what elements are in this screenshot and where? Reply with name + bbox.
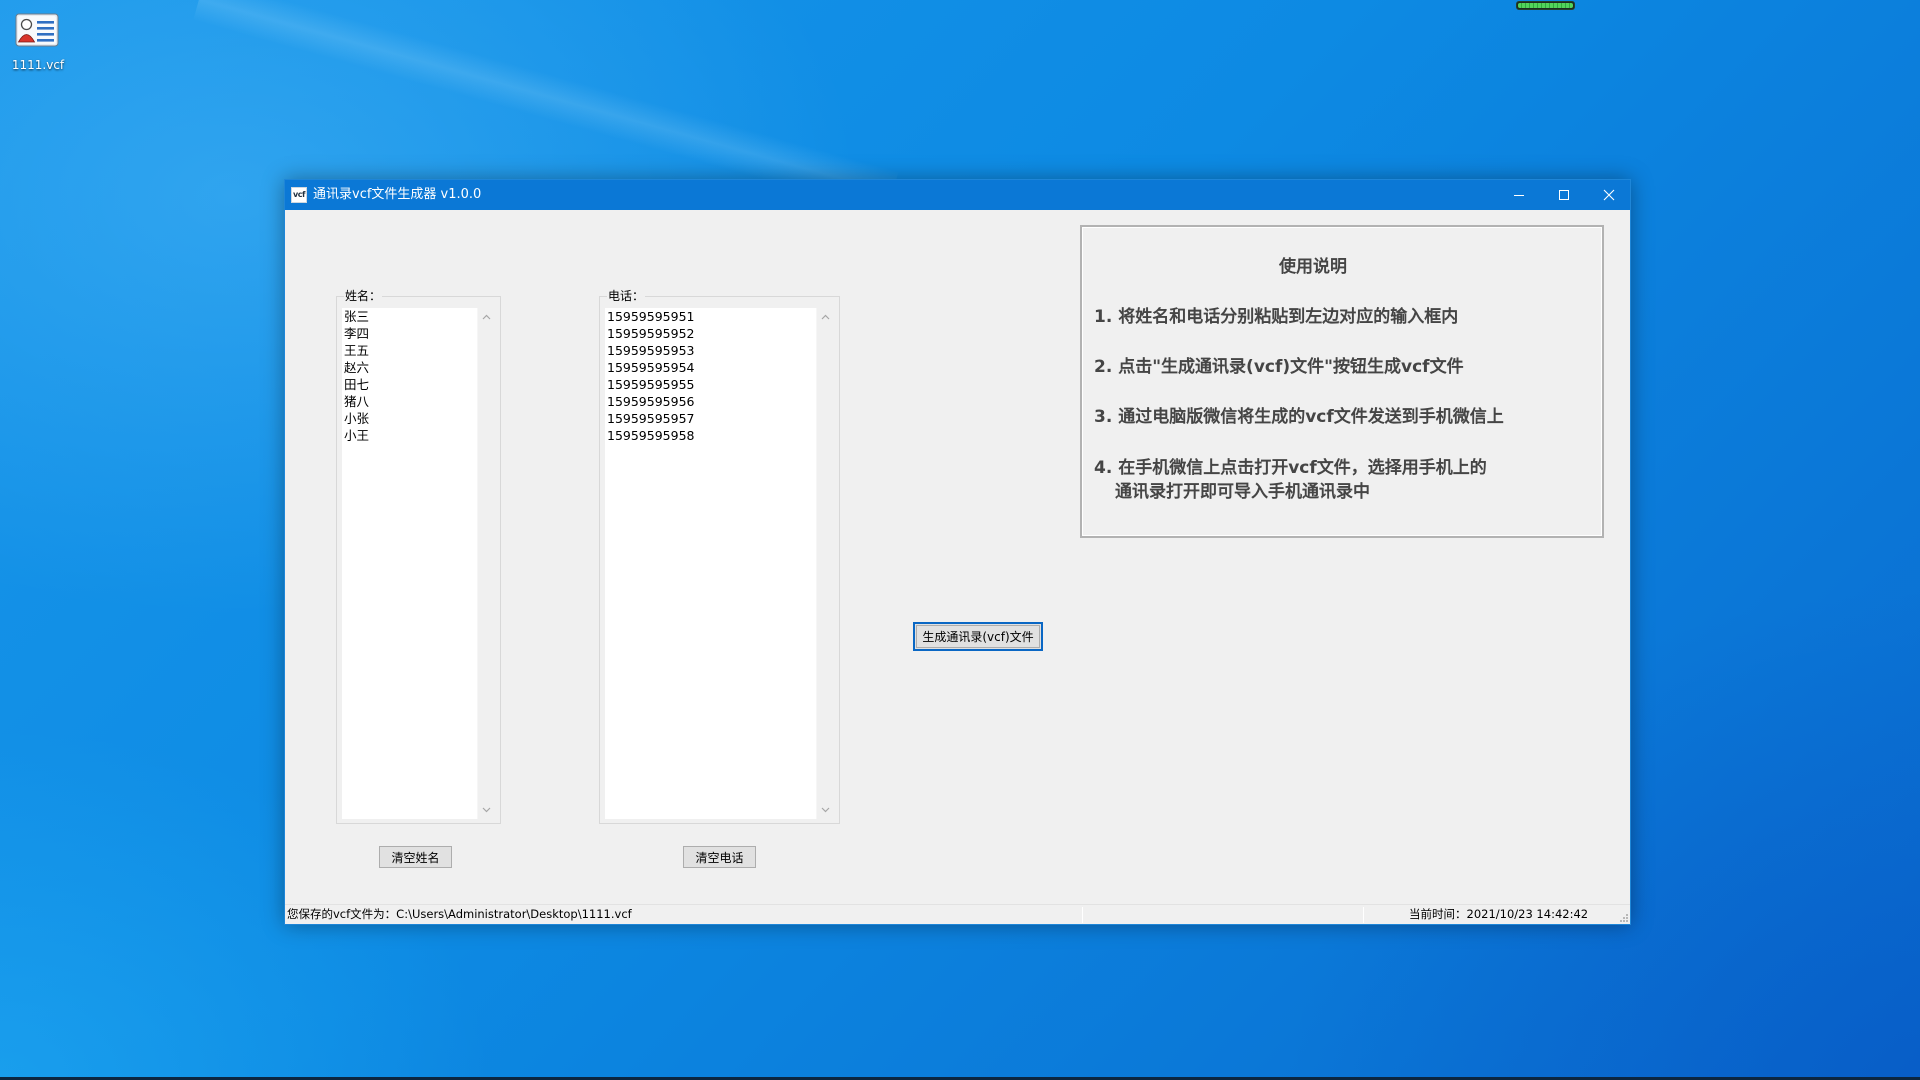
status-current-time: 当前时间：2021/10/23 14:42:42 xyxy=(1409,907,1589,921)
resize-grip-icon[interactable] xyxy=(1619,913,1629,923)
phone-entry: 15959595951 xyxy=(607,309,695,324)
phones-textbox[interactable]: 15959595951 15959595952 15959595953 1595959… xyxy=(605,308,833,819)
instruction-step-1: 1. 将姓名和电话分别粘贴到左边对应的输入框内 xyxy=(1094,307,1459,327)
top-progress-indicator xyxy=(1516,1,1575,10)
status-bar: 您保存的vcf文件为：C:\Users\Administrator\Deskto… xyxy=(285,904,1630,924)
scroll-up-arrow-icon[interactable] xyxy=(821,314,830,320)
maximize-icon xyxy=(1558,190,1569,200)
desktop: 1111.vcf vcf 通讯录vcf文件生成器 v1.0.0 姓名： 张三李四… xyxy=(0,0,1920,1080)
app-icon[interactable]: vcf xyxy=(291,187,307,203)
phone-entry: 15959595953 xyxy=(607,343,695,358)
maximize-button[interactable] xyxy=(1541,180,1586,210)
phone-entry: 15959595955 xyxy=(607,377,695,392)
name-entry: 李四 xyxy=(344,326,370,341)
desktop-icon-label: 1111.vcf xyxy=(11,58,65,72)
clear-names-button[interactable]: 清空姓名 xyxy=(379,846,452,868)
name-entry: 张三 xyxy=(344,309,370,324)
instructions-panel: 使用说明 1. 将姓名和电话分别粘贴到左边对应的输入框内 2. 点击"生成通讯录… xyxy=(1080,225,1604,538)
status-divider xyxy=(1363,907,1364,923)
app-icon-text: vcf xyxy=(293,190,305,199)
generate-vcf-button[interactable]: 生成通讯录(vcf)文件 xyxy=(913,622,1043,651)
window-title: 通讯录vcf文件生成器 v1.0.0 xyxy=(313,187,482,202)
phones-scrollbar[interactable] xyxy=(816,308,833,819)
name-entry: 小张 xyxy=(344,411,370,426)
app-window: vcf 通讯录vcf文件生成器 v1.0.0 姓名： 张三李四王五赵六田七猪八小… xyxy=(284,179,1631,925)
phone-entry: 15959595952 xyxy=(607,326,695,341)
instruction-step-4: 4. 在手机微信上点击打开vcf文件，选择用手机上的 xyxy=(1094,458,1487,478)
instruction-step-2: 2. 点击"生成通讯录(vcf)文件"按钮生成vcf文件 xyxy=(1094,357,1464,377)
phones-text: 15959595951 15959595952 15959595953 1595959… xyxy=(607,308,816,444)
instruction-step-3: 3. 通过电脑版微信将生成的vcf文件发送到手机微信上 xyxy=(1094,407,1504,427)
instructions-title: 使用说明 xyxy=(1279,257,1347,277)
name-entry: 猪八 xyxy=(344,394,370,409)
clear-phones-button[interactable]: 清空电话 xyxy=(683,846,756,868)
title-bar[interactable]: vcf 通讯录vcf文件生成器 v1.0.0 xyxy=(285,180,1630,210)
name-entry: 赵六 xyxy=(344,360,370,375)
phone-entry: 15959595957 xyxy=(607,411,695,426)
name-entry: 王五 xyxy=(344,343,370,358)
phone-entry: 15959595958 xyxy=(607,428,695,443)
names-text: 张三李四王五赵六田七猪八小张小王 xyxy=(344,308,477,444)
names-scrollbar[interactable] xyxy=(477,308,494,819)
scroll-down-arrow-icon[interactable] xyxy=(821,807,830,813)
name-entry: 小王 xyxy=(344,428,370,443)
names-textbox[interactable]: 张三李四王五赵六田七猪八小张小王 xyxy=(342,308,494,819)
instruction-step-4-continued: 通讯录打开即可导入手机通讯录中 xyxy=(1115,482,1370,502)
minimize-icon xyxy=(1513,195,1524,196)
minimize-button[interactable] xyxy=(1496,180,1541,210)
scroll-down-arrow-icon[interactable] xyxy=(482,807,491,813)
vcf-contact-file-icon xyxy=(15,13,59,47)
top-progress-fill xyxy=(1518,3,1573,8)
close-button[interactable] xyxy=(1586,180,1631,210)
close-icon xyxy=(1603,189,1614,201)
phone-entry: 15959595956 xyxy=(607,394,695,409)
phone-entry: 15959595954 xyxy=(607,360,695,375)
names-label: 姓名： xyxy=(344,288,383,304)
desktop-icon-vcf-file[interactable]: 1111.vcf xyxy=(0,0,76,82)
phones-label: 电话： xyxy=(607,288,646,304)
scroll-up-arrow-icon[interactable] xyxy=(482,314,491,320)
name-entry: 田七 xyxy=(344,377,370,392)
status-save-path: 您保存的vcf文件为：C:\Users\Administrator\Deskto… xyxy=(287,907,632,921)
status-divider xyxy=(1082,907,1083,923)
